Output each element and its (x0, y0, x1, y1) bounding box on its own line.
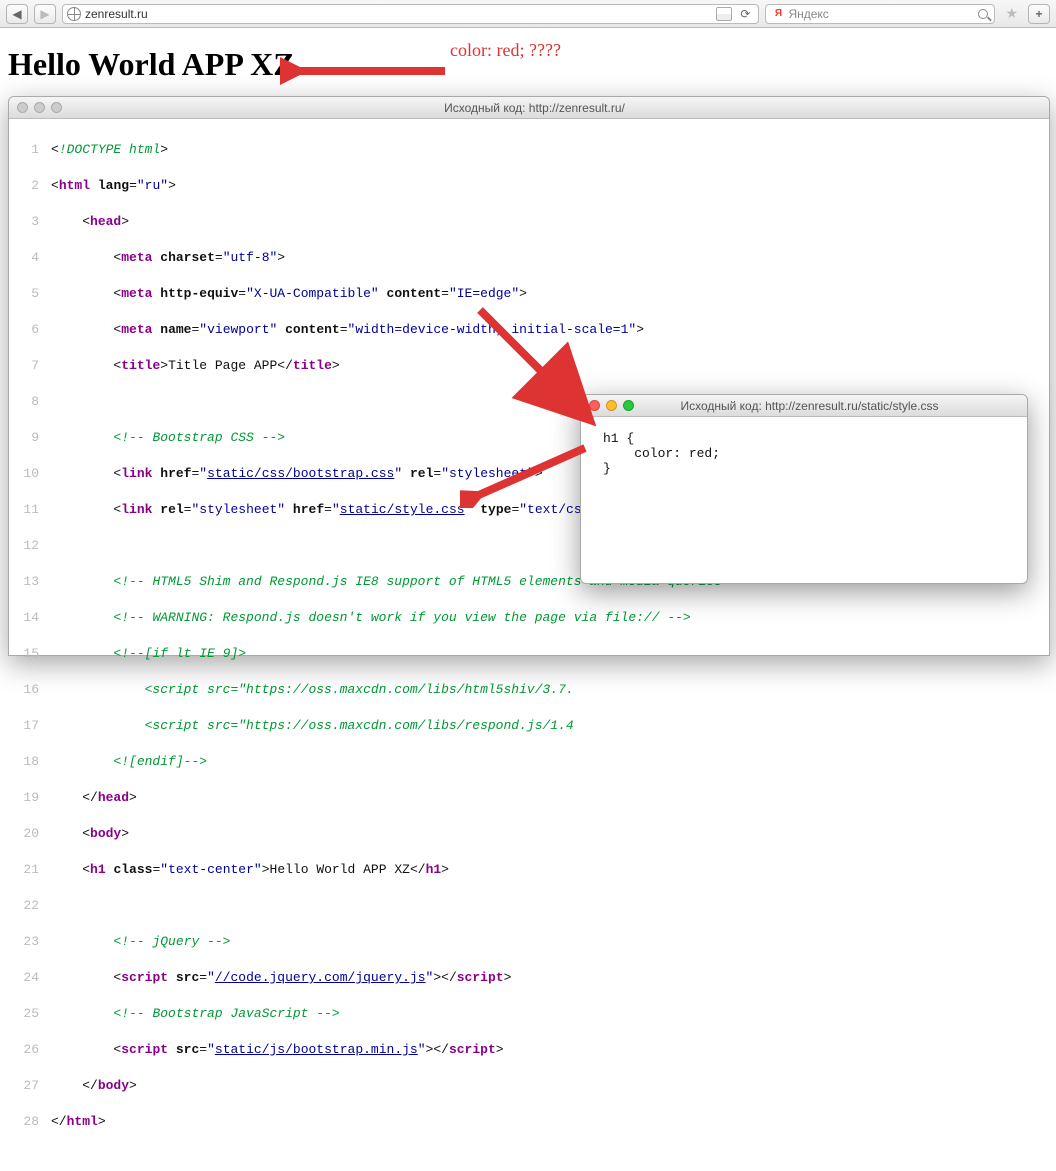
reload-icon[interactable]: ⟳ (736, 7, 754, 21)
minimize-dot[interactable] (34, 102, 45, 113)
close-dot[interactable] (589, 400, 600, 411)
back-button[interactable]: ◀ (6, 4, 28, 24)
yandex-icon: Я (772, 8, 784, 20)
search-placeholder: Яндекс (788, 7, 828, 21)
css-title: Исходный код: http://zenresult.ru/static… (642, 399, 1027, 413)
annotation-text: color: red; ???? (450, 40, 561, 61)
zoom-dot[interactable] (51, 102, 62, 113)
source-titlebar[interactable]: Исходный код: http://zenresult.ru/ (9, 97, 1049, 119)
globe-icon (67, 7, 81, 21)
css-code[interactable]: h1 { color: red; } (581, 417, 1027, 490)
source-title: Исходный код: http://zenresult.ru/ (70, 101, 1049, 115)
css-titlebar[interactable]: Исходный код: http://zenresult.ru/static… (581, 395, 1027, 417)
source-code[interactable]: 1<!DOCTYPE html> 2<html lang="ru"> 3 <he… (9, 119, 1049, 1171)
new-tab-button[interactable]: + (1028, 4, 1050, 24)
search-box[interactable]: Я Яндекс (765, 4, 995, 24)
close-dot[interactable] (17, 102, 28, 113)
minimize-dot[interactable] (606, 400, 617, 411)
bookmark-icon[interactable]: ★ (1001, 5, 1022, 22)
browser-toolbar: ◀ ▶ zenresult.ru ⟳ Я Яндекс ★ + (0, 0, 1056, 28)
url-text: zenresult.ru (85, 7, 148, 21)
traffic-lights (9, 102, 70, 113)
url-bar[interactable]: zenresult.ru ⟳ (62, 4, 759, 24)
page-content: Hello World APP XZ color: red; ???? (0, 28, 1056, 101)
css-window: Исходный код: http://zenresult.ru/static… (580, 394, 1028, 584)
css-traffic-lights (581, 400, 642, 411)
zoom-dot[interactable] (623, 400, 634, 411)
reader-icon[interactable] (716, 7, 732, 21)
search-icon (978, 9, 988, 19)
forward-button[interactable]: ▶ (34, 4, 56, 24)
